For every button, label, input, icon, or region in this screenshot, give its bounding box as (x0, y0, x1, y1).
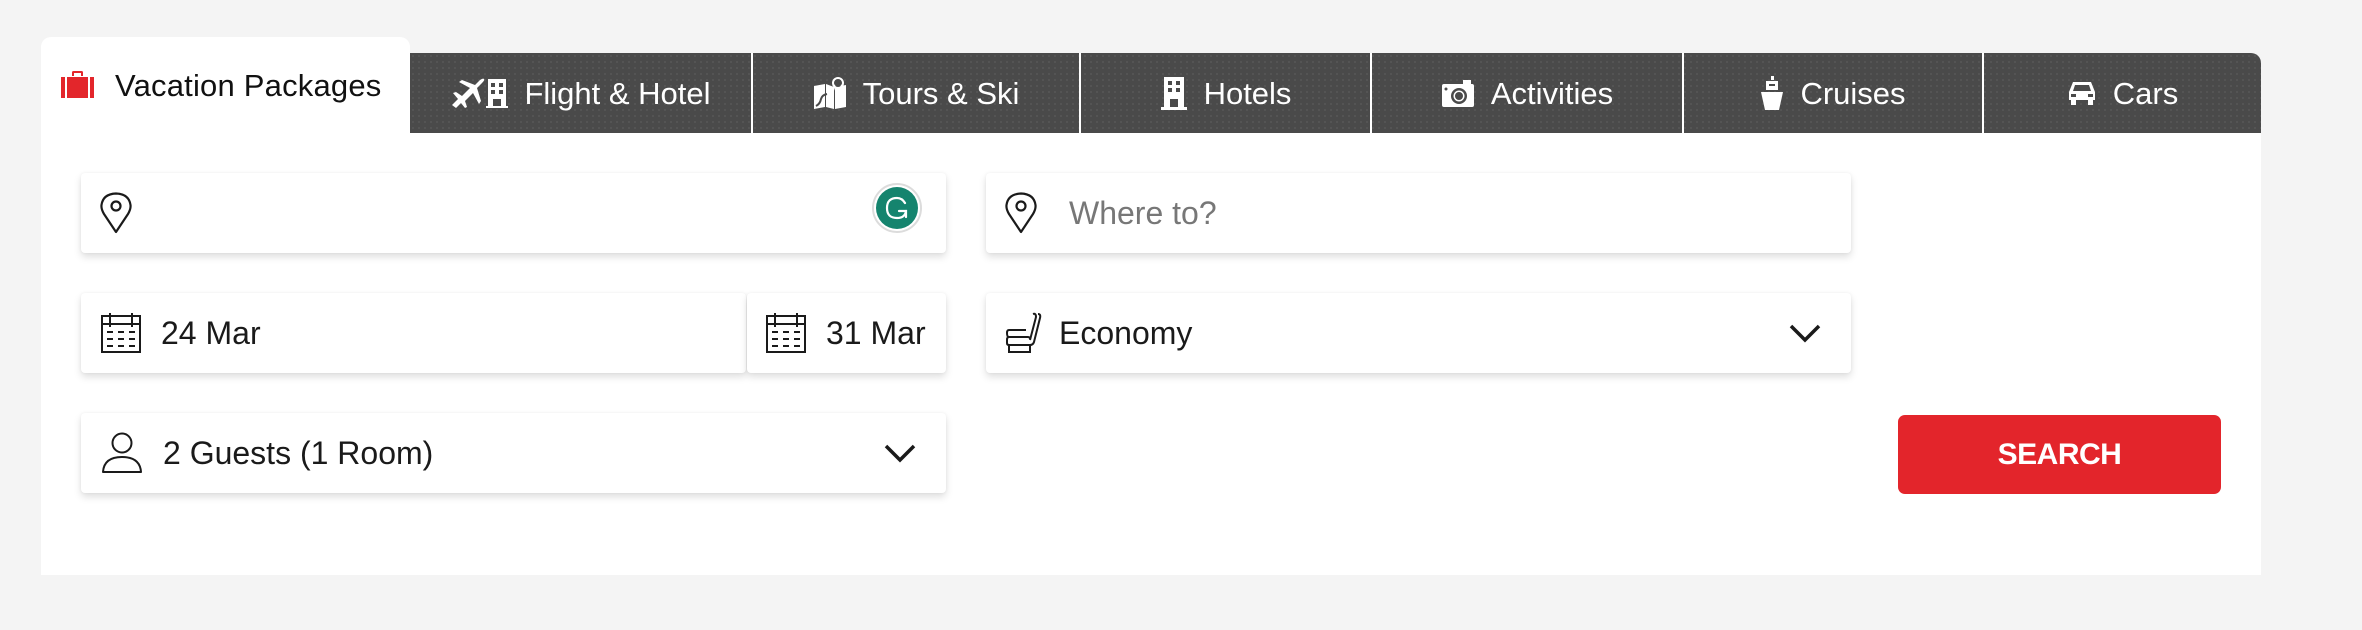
tab-tours-ski[interactable]: Tours & Ski (753, 53, 1081, 133)
tab-vacation-packages[interactable]: Vacation Packages (41, 37, 410, 137)
tab-label: Flight & Hotel (524, 75, 711, 111)
search-button[interactable]: SEARCH (1898, 415, 2221, 494)
camera-icon (1441, 78, 1475, 108)
tab-hotels[interactable]: Hotels (1081, 53, 1372, 133)
calendar-icon (101, 313, 141, 353)
tab-flight-hotel[interactable]: Flight & Hotel (410, 53, 753, 133)
guests-value: 2 Guests (1 Room) (163, 435, 434, 471)
location-pin-icon (1005, 192, 1037, 234)
depart-date-value: 24 Mar (161, 315, 261, 351)
grammarly-button[interactable] (872, 183, 922, 233)
tab-activities[interactable]: Activities (1372, 53, 1684, 133)
tab-label: Tours & Ski (862, 75, 1020, 111)
ship-icon (1760, 75, 1784, 111)
return-date-value: 31 Mar (826, 315, 926, 351)
origin-input[interactable] (81, 173, 946, 253)
cabin-class-select[interactable]: Economy (986, 293, 1851, 373)
tab-label: Cars (2112, 75, 2179, 111)
chevron-down-icon (1789, 324, 1821, 343)
hotel-icon (1160, 76, 1188, 110)
tab-label: Vacation Packages (115, 68, 382, 103)
seat-icon (1006, 312, 1042, 354)
return-date-picker[interactable]: 31 Mar (747, 293, 946, 373)
guests-select[interactable]: 2 Guests (1 Room) (81, 413, 946, 493)
grammarly-icon (876, 187, 918, 229)
calendar-icon (766, 313, 806, 353)
destination-input[interactable]: Where to? (986, 173, 1851, 253)
tab-cruises[interactable]: Cruises (1684, 53, 1984, 133)
tab-label: Cruises (1800, 75, 1906, 111)
cabin-class-value: Economy (1059, 315, 1193, 351)
tab-bar: Flight & Hotel Tours & Ski Hotels Activi… (410, 53, 2261, 133)
tab-label: Hotels (1203, 75, 1292, 111)
location-pin-icon (100, 192, 132, 234)
chevron-down-icon (884, 444, 916, 463)
suitcase-icon (61, 70, 94, 103)
tab-cars[interactable]: Cars (1984, 53, 2261, 133)
map-pin-icon (813, 76, 847, 110)
tab-label: Activities (1490, 75, 1614, 111)
destination-placeholder: Where to? (1069, 195, 1217, 231)
flight-hotel-icon (450, 77, 509, 109)
depart-date-picker[interactable]: 24 Mar (81, 293, 746, 373)
person-icon (102, 432, 142, 474)
car-icon (2067, 80, 2097, 106)
